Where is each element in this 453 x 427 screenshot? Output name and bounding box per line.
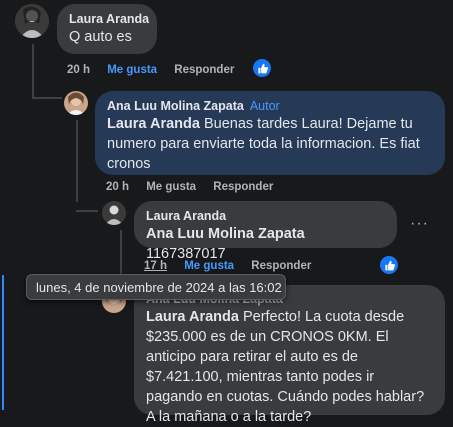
reply-button[interactable]: Responder xyxy=(213,181,273,193)
comment-time[interactable]: 17 h xyxy=(144,260,167,272)
comment-author[interactable]: Laura Aranda xyxy=(146,208,385,224)
comment-author[interactable]: Laura Aranda xyxy=(69,11,149,27)
mention-link[interactable]: Ana Luu Molina Zapata xyxy=(146,226,305,242)
comment-actions: 20 h Me gusta Responder xyxy=(67,64,248,76)
thumbs-up-icon xyxy=(384,260,395,270)
thumbs-up-icon xyxy=(257,63,268,73)
comment-text: Laura Aranda Perfecto! La cuota desde $2… xyxy=(146,307,433,427)
avatar[interactable] xyxy=(102,201,126,225)
comment-text: Q auto es xyxy=(69,29,132,45)
comment-actions: 17 h Me gusta Responder xyxy=(144,260,325,272)
comment-author[interactable]: Ana Luu Molina Zapata xyxy=(107,99,244,113)
comment-text: Ana Luu Molina Zapata 1167387017 xyxy=(146,224,385,264)
like-button[interactable]: Me gusta xyxy=(184,260,234,272)
timestamp-tooltip: lunes, 4 de noviembre de 2024 a las 16:0… xyxy=(26,274,286,300)
thread-line-2 xyxy=(76,120,78,202)
thread-line-outer xyxy=(2,275,4,410)
avatar[interactable] xyxy=(64,91,88,115)
comment-actions: 20 h Me gusta Responder xyxy=(106,181,287,193)
mention-link[interactable]: Laura Aranda xyxy=(146,309,239,325)
comment-body: Perfecto! La cuota desde $235.000 es de … xyxy=(146,309,425,425)
like-button[interactable]: Me gusta xyxy=(107,64,157,76)
avatar[interactable] xyxy=(15,4,49,38)
comment-time[interactable]: 20 h xyxy=(67,64,90,76)
comment-bubble: Laura Aranda Ana Luu Molina Zapata 11673… xyxy=(134,201,397,262)
comment-author-row: Ana Luu Molina Zapata Autor xyxy=(107,98,433,114)
mention-link[interactable]: Laura Aranda xyxy=(107,116,200,132)
thread-curve-2 xyxy=(76,210,98,212)
thread-curve-1 xyxy=(32,97,62,99)
more-options-icon[interactable]: ··· xyxy=(410,215,429,233)
reply-button[interactable]: Responder xyxy=(174,64,234,76)
like-reaction[interactable] xyxy=(252,58,272,78)
like-reaction[interactable] xyxy=(379,255,399,275)
comment-bubble: Laura Aranda Q auto es xyxy=(57,4,157,54)
comment-time[interactable]: 20 h xyxy=(106,181,129,193)
thread-line-main xyxy=(32,44,34,99)
reply-button[interactable]: Responder xyxy=(251,260,311,272)
author-badge: Autor xyxy=(249,99,280,113)
comment-text: Laura Aranda Buenas tardes Laura! Dejame… xyxy=(107,114,433,174)
like-button[interactable]: Me gusta xyxy=(146,181,196,193)
comment-bubble: Ana Luu Molina Zapata Laura Aranda Perfe… xyxy=(134,285,445,425)
comment-bubble: Ana Luu Molina Zapata Autor Laura Aranda … xyxy=(95,91,445,175)
